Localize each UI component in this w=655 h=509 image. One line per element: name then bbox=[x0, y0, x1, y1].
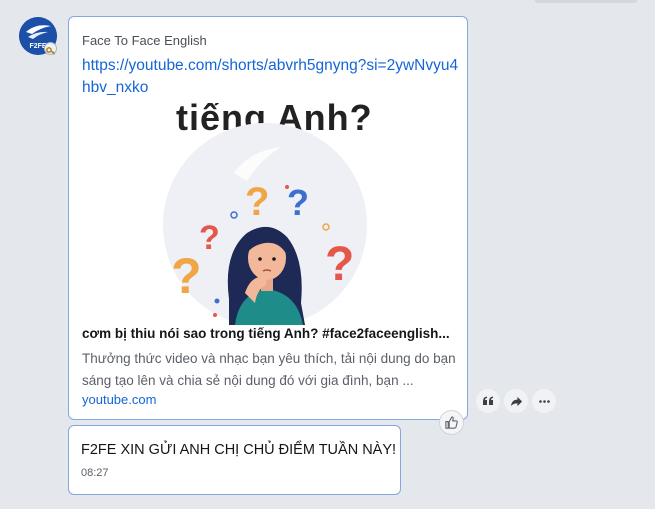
link-message-bubble[interactable]: Face To Face English https://youtube.com… bbox=[68, 16, 468, 420]
confused-girl-illustration: ? ? ? ? ? bbox=[163, 123, 367, 325]
svg-text:?: ? bbox=[245, 180, 269, 224]
svg-text:?: ? bbox=[325, 238, 354, 291]
forward-button[interactable] bbox=[504, 389, 528, 413]
key-badge-icon bbox=[44, 42, 57, 55]
forward-icon bbox=[510, 396, 522, 406]
more-icon bbox=[538, 399, 550, 403]
preview-domain[interactable]: youtube.com bbox=[82, 392, 156, 407]
message-timestamp: 08:27 bbox=[81, 467, 109, 479]
quote-button[interactable] bbox=[476, 389, 500, 413]
thumbs-up-icon bbox=[445, 416, 458, 429]
svg-text:?: ? bbox=[287, 182, 309, 223]
like-button[interactable] bbox=[439, 410, 464, 435]
preview-description: Thưởng thức video và nhạc bạn yêu thích,… bbox=[82, 351, 456, 388]
sender-name: Face To Face English bbox=[82, 33, 207, 48]
preview-title[interactable]: cơm bị thiu nói sao trong tiếng Anh? #fa… bbox=[82, 326, 462, 341]
svg-text:?: ? bbox=[199, 219, 220, 257]
message-text: F2FE XIN GỬI ANH CHỊ CHỦ ĐIỂM TUẦN NÀY! bbox=[81, 442, 397, 458]
video-thumbnail[interactable]: tiếng Anh? ? ? ? ? ? bbox=[69, 103, 467, 325]
shared-link[interactable]: https://youtube.com/shorts/abvrh5gnyng?s… bbox=[82, 55, 460, 99]
more-button[interactable] bbox=[532, 389, 556, 413]
top-scroll-indicator bbox=[534, 0, 638, 3]
quote-icon bbox=[483, 396, 493, 405]
text-message-bubble[interactable]: F2FE XIN GỬI ANH CHỊ CHỦ ĐIỂM TUẦN NÀY! … bbox=[68, 425, 401, 495]
svg-text:?: ? bbox=[171, 248, 202, 304]
